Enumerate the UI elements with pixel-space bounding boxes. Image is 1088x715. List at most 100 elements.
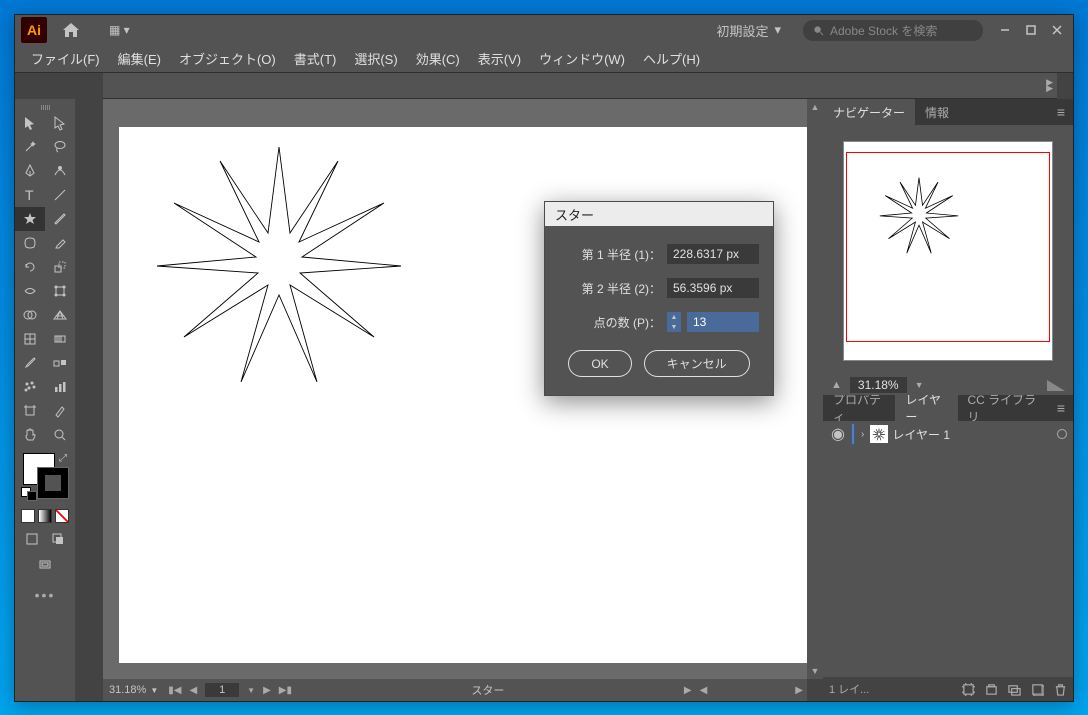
line-tool-icon[interactable] — [45, 183, 75, 207]
direct-selection-tool-icon[interactable] — [45, 111, 75, 135]
screen-mode-icon[interactable] — [30, 553, 60, 577]
arrange-documents-icon[interactable]: ▦ ▾ — [109, 23, 130, 37]
clipping-mask-icon[interactable] — [985, 683, 998, 696]
curvature-tool-icon[interactable] — [45, 159, 75, 183]
minimize-button[interactable] — [993, 20, 1017, 40]
home-icon[interactable] — [61, 22, 81, 38]
h-scroll-right-icon[interactable]: ▶ — [791, 685, 807, 696]
visibility-toggle-icon[interactable]: ◉ — [829, 424, 847, 444]
menu-object[interactable]: オブジェクト(O) — [171, 45, 284, 72]
paintbrush-tool-icon[interactable] — [45, 207, 75, 231]
shape-builder-tool-icon[interactable] — [15, 303, 45, 327]
delete-layer-icon[interactable] — [1054, 683, 1067, 696]
spinner-up-icon[interactable]: ▲ — [667, 312, 681, 322]
new-layer-icon[interactable] — [1031, 683, 1044, 696]
h-scroll-left-icon[interactable]: ◀ — [696, 685, 712, 696]
workspace-preset-select[interactable]: 初期設定▾ — [708, 18, 789, 43]
eraser-tool-icon[interactable] — [45, 231, 75, 255]
symbol-sprayer-tool-icon[interactable] — [15, 375, 45, 399]
layer-row[interactable]: ◉ › レイヤー 1 — [823, 421, 1073, 447]
tab-info[interactable]: 情報 — [915, 99, 959, 126]
scroll-up-icon[interactable]: ▲ — [807, 99, 823, 115]
gradient-mode-icon[interactable] — [38, 509, 52, 523]
vertical-scrollbar[interactable]: ▲ ▼ — [807, 99, 823, 679]
expand-layer-icon[interactable]: › — [859, 429, 866, 440]
menu-window[interactable]: ウィンドウ(W) — [531, 45, 633, 72]
locate-object-icon[interactable] — [962, 683, 975, 696]
zoom-input[interactable]: 31.18%▼ — [103, 684, 164, 696]
edit-toolbar-icon[interactable]: ••• — [15, 587, 75, 603]
layer-name-label[interactable]: レイヤー 1 — [892, 426, 1053, 443]
width-tool-icon[interactable] — [15, 279, 45, 303]
shaper-tool-icon[interactable] — [15, 231, 45, 255]
nav-zoom-in-icon[interactable] — [1047, 380, 1065, 391]
dialog-title: スター — [545, 202, 773, 226]
stock-search-input[interactable]: Adobe Stock を検索 — [803, 20, 983, 41]
rotate-tool-icon[interactable] — [15, 255, 45, 279]
column-graph-tool-icon[interactable] — [45, 375, 75, 399]
menu-help[interactable]: ヘルプ(H) — [635, 45, 708, 72]
nav-zoom-out-icon[interactable]: ▲ — [831, 379, 842, 391]
spinner-down-icon[interactable]: ▼ — [667, 322, 681, 332]
tab-navigator[interactable]: ナビゲーター — [823, 99, 915, 126]
lasso-tool-icon[interactable] — [45, 135, 75, 159]
drawing-mode-behind-icon[interactable] — [47, 527, 70, 551]
scale-tool-icon[interactable] — [45, 255, 75, 279]
star-tool-icon[interactable] — [15, 207, 45, 231]
last-artboard-icon[interactable]: ▶▮ — [275, 685, 296, 696]
gradient-tool-icon[interactable] — [45, 327, 75, 351]
points-spinner[interactable]: ▲ ▼ — [667, 312, 681, 332]
eyedropper-tool-icon[interactable] — [15, 351, 45, 375]
close-button[interactable] — [1045, 20, 1069, 40]
zoom-tool-icon[interactable] — [45, 423, 75, 447]
next-artboard-icon[interactable]: ▶ — [259, 685, 275, 696]
radius1-input[interactable] — [667, 244, 759, 264]
target-layer-icon[interactable] — [1057, 429, 1067, 439]
new-sublayer-icon[interactable] — [1008, 683, 1021, 696]
none-mode-icon[interactable] — [55, 509, 69, 523]
menu-file[interactable]: ファイル(F) — [23, 45, 108, 72]
menu-type[interactable]: 書式(T) — [286, 45, 345, 72]
menu-edit[interactable]: 編集(E) — [110, 45, 169, 72]
hand-tool-icon[interactable] — [15, 423, 45, 447]
radius2-input[interactable] — [667, 278, 759, 298]
nav-zoom-dropdown-icon[interactable]: ▼ — [915, 380, 924, 390]
fill-stroke-swatch[interactable]: ⤢ — [21, 453, 69, 501]
swap-fill-stroke-icon[interactable]: ⤢ — [59, 453, 67, 464]
toolbox-grip-icon[interactable] — [15, 103, 75, 111]
app-logo-icon: Ai — [21, 17, 47, 43]
cancel-button[interactable]: キャンセル — [644, 350, 750, 377]
menu-view[interactable]: 表示(V) — [470, 45, 529, 72]
default-fill-stroke-icon[interactable] — [21, 487, 37, 501]
first-artboard-icon[interactable]: ▮◀ — [164, 685, 185, 696]
navigator-star-icon — [874, 168, 964, 258]
prev-artboard-icon[interactable]: ◀ — [185, 685, 201, 696]
stroke-color-swatch[interactable] — [37, 467, 69, 499]
navigator-thumbnail[interactable] — [843, 141, 1053, 361]
status-menu-icon[interactable]: ▶ — [680, 685, 696, 696]
perspective-grid-tool-icon[interactable] — [45, 303, 75, 327]
magic-wand-tool-icon[interactable] — [15, 135, 45, 159]
menu-effect[interactable]: 効果(C) — [408, 45, 468, 72]
controlbar-collapse-icon[interactable]: ▶▶ — [1046, 79, 1053, 91]
artboard-tool-icon[interactable] — [15, 399, 45, 423]
panel-menu-icon[interactable]: ≡ — [1049, 104, 1073, 120]
nav-zoom-input[interactable]: 31.18% — [850, 377, 907, 393]
blend-tool-icon[interactable] — [45, 351, 75, 375]
panel-menu-icon[interactable]: ≡ — [1049, 400, 1073, 416]
pen-tool-icon[interactable] — [15, 159, 45, 183]
drawing-mode-normal-icon[interactable] — [21, 527, 44, 551]
type-tool-icon[interactable]: T — [15, 183, 45, 207]
scroll-down-icon[interactable]: ▼ — [807, 663, 823, 679]
selection-tool-icon[interactable] — [15, 111, 45, 135]
ok-button[interactable]: OK — [568, 350, 631, 377]
artboard-number-input[interactable]: 1 — [205, 683, 239, 697]
free-transform-tool-icon[interactable] — [45, 279, 75, 303]
menu-select[interactable]: 選択(S) — [346, 45, 405, 72]
maximize-button[interactable] — [1019, 20, 1043, 40]
color-mode-icon[interactable] — [21, 509, 35, 523]
mesh-tool-icon[interactable] — [15, 327, 45, 351]
artboard-dropdown-icon[interactable]: ▼ — [243, 686, 259, 695]
points-input[interactable] — [687, 312, 759, 332]
slice-tool-icon[interactable] — [45, 399, 75, 423]
